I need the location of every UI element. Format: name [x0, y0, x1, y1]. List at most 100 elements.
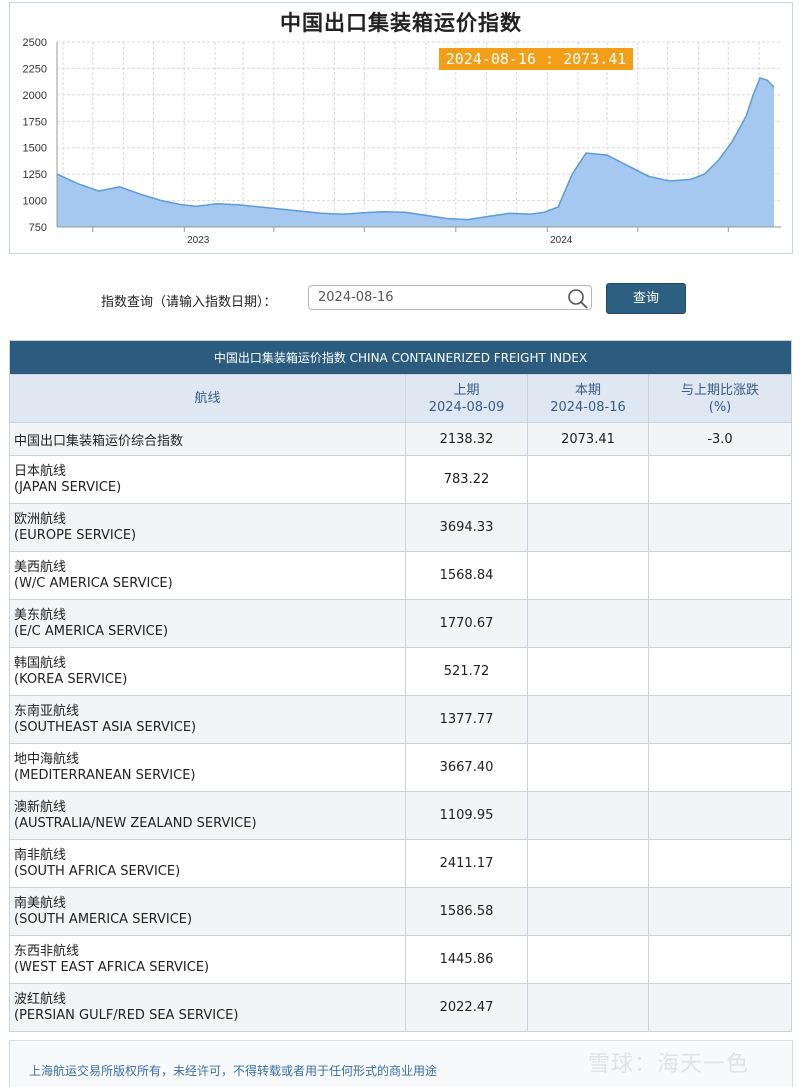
search-icon[interactable] [567, 288, 589, 310]
data-point[interactable] [278, 207, 282, 211]
data-point[interactable] [97, 189, 101, 193]
header-route: 航线 [9, 374, 406, 423]
route-name: 地中海航线 (MEDITERRANEAN SERVICE) [9, 743, 406, 792]
route-name-en: (EUROPE SERVICE) [14, 527, 137, 543]
route-name: 中国出口集装箱运价综合指数 [9, 422, 406, 456]
route-name-cn: 日本航线 [14, 463, 67, 479]
data-point[interactable] [236, 203, 240, 207]
series-area [57, 77, 774, 228]
route-name-cn: 东南亚航线 [14, 703, 80, 719]
data-point[interactable] [730, 139, 734, 143]
data-point[interactable] [508, 211, 512, 215]
current-value [527, 791, 649, 840]
data-point[interactable] [765, 78, 769, 82]
current-value [527, 551, 649, 600]
change-value [647, 791, 793, 840]
y-tick-label: 2500 [23, 37, 47, 49]
change-value [647, 455, 793, 504]
data-point[interactable] [340, 212, 344, 216]
data-point[interactable] [320, 211, 324, 215]
data-point[interactable] [466, 218, 470, 222]
x-tick-label: 2023 [187, 235, 210, 246]
table-row: 东西非航线 (WEST EAST AFRICA SERVICE) 1445.86 [9, 935, 793, 984]
data-point[interactable] [215, 202, 219, 206]
data-point[interactable] [180, 203, 184, 207]
route-name-cn: 南美航线 [14, 895, 67, 911]
data-point[interactable] [668, 179, 672, 183]
data-point[interactable] [758, 76, 762, 80]
previous-value: 1377.77 [405, 695, 528, 744]
data-point[interactable] [751, 93, 755, 97]
y-tick-label: 1500 [23, 143, 47, 155]
data-point[interactable] [118, 185, 122, 189]
data-point[interactable] [716, 158, 720, 162]
data-point[interactable] [403, 210, 407, 214]
route-name-cn: 澳新航线 [14, 799, 67, 815]
data-point[interactable] [299, 209, 303, 213]
data-point[interactable] [542, 210, 546, 214]
data-point[interactable] [626, 164, 630, 168]
route-name-cn: 波红航线 [14, 991, 67, 1007]
query-button[interactable]: 查询 [606, 283, 686, 314]
table-row: 日本航线 (JAPAN SERVICE) 783.22 [9, 455, 793, 504]
change-value [647, 551, 793, 600]
current-value [527, 647, 649, 696]
previous-value: 3694.33 [405, 503, 528, 552]
previous-value: 521.72 [405, 647, 528, 696]
data-point[interactable] [528, 212, 532, 216]
data-point[interactable] [424, 213, 428, 217]
data-point[interactable] [76, 182, 80, 186]
data-point[interactable] [361, 211, 365, 215]
table-row: 南非航线 (SOUTH AFRICA SERVICE) 2411.17 [9, 839, 793, 888]
data-point[interactable] [139, 192, 143, 196]
data-point[interactable] [647, 174, 651, 178]
route-name-cn: 韩国航线 [14, 655, 67, 671]
route-name-cn: 南非航线 [14, 847, 67, 863]
route-name: 南美航线 (SOUTH AMERICA SERVICE) [9, 887, 406, 936]
header-previous-date: 2024-08-09 [428, 399, 505, 415]
previous-value: 3667.40 [405, 743, 528, 792]
previous-value: 1770.67 [405, 599, 528, 648]
change-value [647, 695, 793, 744]
y-tick-label: 2250 [23, 63, 47, 75]
y-tick-label: 2000 [23, 90, 47, 102]
route-name: 美西航线 (W/C AMERICA SERVICE) [9, 551, 406, 600]
change-value [647, 887, 793, 936]
data-point[interactable] [584, 151, 588, 155]
data-point[interactable] [194, 204, 198, 208]
data-point[interactable] [487, 214, 491, 218]
header-current: 本期 2024-08-16 [527, 374, 649, 423]
previous-value: 2411.17 [405, 839, 528, 888]
route-name: 美东航线 (E/C AMERICA SERVICE) [9, 599, 406, 648]
date-input[interactable] [308, 285, 592, 310]
route-name-en: (E/C AMERICA SERVICE) [14, 623, 169, 639]
current-value: 2073.41 [527, 422, 649, 456]
chart-tooltip: 2024-08-16 : 2073.41 [439, 48, 633, 70]
freight-index-table: 中国出口集装箱运价指数 CHINA CONTAINERIZED FREIGHT … [8, 340, 793, 1032]
table-row: 东南亚航线 (SOUTHEAST ASIA SERVICE) 1377.77 [9, 695, 793, 744]
route-name-en: (W/C AMERICA SERVICE) [14, 575, 173, 591]
x-tick-label: 2024 [550, 235, 573, 246]
route-name: 东南亚航线 (SOUTHEAST ASIA SERVICE) [9, 695, 406, 744]
data-point[interactable] [570, 172, 574, 176]
data-point[interactable] [605, 153, 609, 157]
data-point[interactable] [689, 177, 693, 181]
data-point[interactable] [772, 85, 776, 89]
data-point[interactable] [556, 205, 560, 209]
route-name: 波红航线 (PERSIAN GULF/RED SEA SERVICE) [9, 983, 406, 1032]
header-current-date: 2024-08-16 [550, 399, 626, 415]
data-point[interactable] [159, 199, 163, 203]
data-point[interactable] [702, 172, 706, 176]
header-current-label: 本期 [574, 382, 601, 398]
route-name: 韩国航线 (KOREA SERVICE) [9, 647, 406, 696]
route-name-cn: 东西非航线 [14, 943, 80, 959]
freight-index-chart[interactable]: 750 1000 1250 1500 1750 2000 2250 2500 2023 2024 [10, 3, 792, 253]
route-name-en: (SOUTH AMERICA SERVICE) [14, 911, 193, 927]
change-value [647, 743, 793, 792]
table-row: 欧洲航线 (EUROPE SERVICE) 3694.33 [9, 503, 793, 552]
data-point[interactable] [744, 114, 748, 118]
data-point[interactable] [382, 210, 386, 214]
current-value [527, 455, 649, 504]
data-point[interactable] [257, 205, 261, 209]
data-point[interactable] [445, 217, 449, 221]
